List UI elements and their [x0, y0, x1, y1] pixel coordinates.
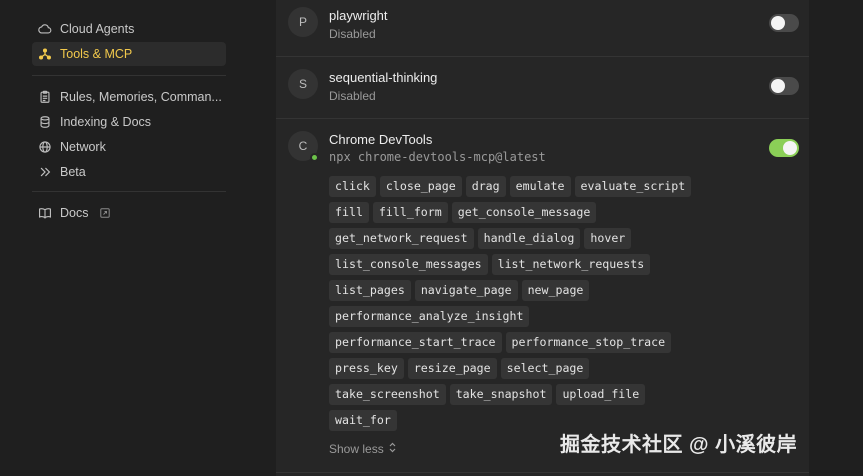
chevron-up-down-icon — [388, 442, 397, 456]
server-status: Disabled — [329, 27, 376, 41]
database-icon — [38, 115, 52, 129]
tool-chip: new_page — [521, 280, 590, 301]
tool-chip: get_network_request — [329, 228, 474, 249]
settings-window: Cloud Agents Tools & MCP Rules, Memories… — [0, 0, 863, 476]
tool-chip: resize_page — [407, 358, 497, 379]
mcp-server-playwright: P playwright Disabled — [276, 0, 809, 57]
sidebar-item-beta[interactable]: Beta — [32, 160, 226, 184]
tool-chip: handle_dialog — [477, 228, 581, 249]
book-icon — [38, 206, 52, 220]
toggle-knob — [771, 16, 785, 30]
tool-chip: take_screenshot — [329, 384, 446, 405]
tool-chip: upload_file — [556, 384, 646, 405]
show-less-button[interactable]: Show less — [329, 442, 397, 456]
globe-icon — [38, 140, 52, 154]
tool-chip: navigate_page — [414, 280, 518, 301]
sidebar-item-label: Docs — [60, 206, 89, 220]
window-margin — [809, 0, 863, 476]
clipboard-icon — [38, 90, 52, 104]
status-dot — [310, 153, 319, 162]
show-less-label: Show less — [329, 442, 384, 456]
sidebar-item-label: Indexing & Docs — [60, 115, 152, 129]
tool-chip: performance_stop_trace — [505, 332, 672, 353]
server-toggle[interactable] — [769, 77, 799, 95]
sidebar-item-label: Tools & MCP — [60, 47, 133, 61]
sidebar-item-label: Rules, Memories, Comman... — [60, 90, 222, 104]
tool-chip: wait_for — [329, 410, 397, 431]
tool-chip: press_key — [329, 358, 404, 379]
tool-chip: performance_start_trace — [329, 332, 502, 353]
cloud-icon — [38, 22, 52, 36]
tool-chip: list_console_messages — [329, 254, 488, 275]
sidebar-item-indexing-docs[interactable]: Indexing & Docs — [32, 110, 226, 134]
tool-chip: fill_form — [372, 202, 448, 223]
toggle-knob — [771, 79, 785, 93]
server-name: Chrome DevTools — [329, 132, 433, 147]
server-name: sequential-thinking — [329, 70, 438, 85]
sidebar-item-label: Beta — [60, 165, 86, 179]
tool-chip: hover — [584, 228, 632, 249]
chevrons-right-icon — [38, 165, 52, 179]
server-name: playwright — [329, 8, 388, 23]
external-link-icon — [100, 208, 111, 218]
server-status: Disabled — [329, 89, 376, 103]
tool-chip: list_pages — [329, 280, 411, 301]
tool-chip: click — [329, 176, 376, 197]
sidebar-item-tools-mcp[interactable]: Tools & MCP — [32, 42, 226, 66]
tools-icon — [38, 47, 52, 61]
server-avatar: P — [288, 7, 318, 37]
tool-chip: select_page — [500, 358, 590, 379]
tool-chip: get_console_message — [451, 202, 597, 223]
server-toggle[interactable] — [769, 14, 799, 32]
toggle-knob — [783, 141, 797, 155]
server-toggle[interactable] — [769, 139, 799, 157]
sidebar-item-docs[interactable]: Docs — [32, 201, 226, 225]
tool-chip: drag — [465, 176, 506, 197]
sidebar-item-label: Network — [60, 140, 106, 154]
mcp-server-sequential-thinking: S sequential-thinking Disabled — [276, 57, 809, 119]
sidebar-item-rules[interactable]: Rules, Memories, Comman... — [32, 85, 226, 109]
tool-chip: fill — [329, 202, 369, 223]
tool-chip: list_network_requests — [491, 254, 651, 275]
sidebar-item-cloud-agents[interactable]: Cloud Agents — [32, 17, 226, 41]
server-command: npx chrome-devtools-mcp@latest — [329, 150, 546, 164]
tool-chip: emulate — [509, 176, 571, 197]
watermark-text: 掘金技术社区 @ 小溪彼岸 — [560, 434, 798, 456]
server-avatar: S — [288, 69, 318, 99]
sidebar-divider — [32, 75, 226, 76]
tool-list: click close_page drag emulate evaluate_scrip… — [329, 176, 699, 431]
sidebar-item-network[interactable]: Network — [32, 135, 226, 159]
sidebar-divider — [32, 191, 226, 192]
settings-sidebar: Cloud Agents Tools & MCP Rules, Memories… — [0, 0, 238, 476]
tool-chip: evaluate_script — [574, 176, 692, 197]
tool-chip: performance_analyze_insight — [329, 306, 530, 327]
mcp-servers-panel: P playwright Disabled S sequential-think… — [276, 0, 809, 476]
tool-chip: take_snapshot — [449, 384, 553, 405]
tool-chip: close_page — [379, 176, 462, 197]
sidebar-item-label: Cloud Agents — [60, 22, 135, 36]
